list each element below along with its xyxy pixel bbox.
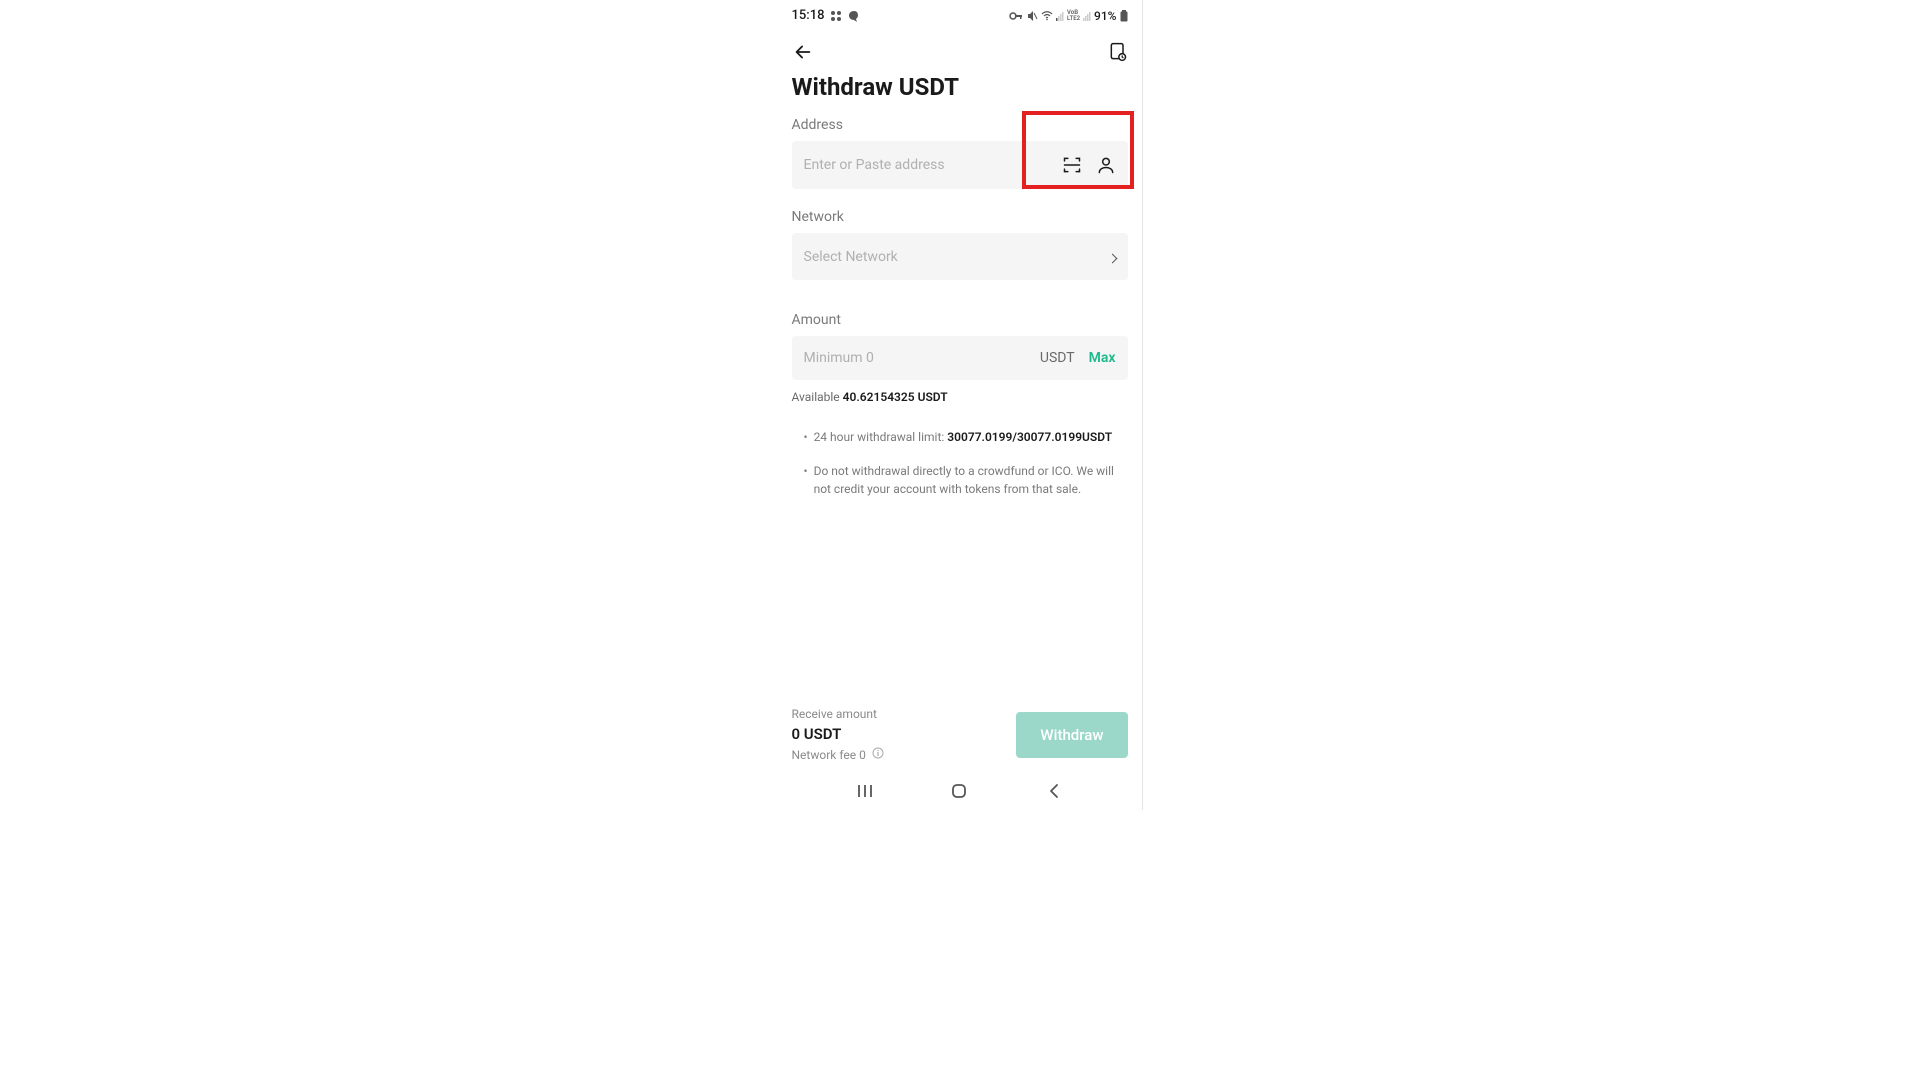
network-field-group: Network Select Network: [792, 209, 1128, 280]
limit-label: 24 hour withdrawal limit:: [814, 430, 948, 444]
bottom-panel: Receive amount 0 USDT Network fee 0 With…: [778, 693, 1142, 768]
network-placeholder: Select Network: [804, 249, 898, 265]
vpn-key-icon: [1009, 11, 1023, 21]
address-placeholder: Enter or Paste address: [804, 157, 945, 173]
address-actions: [1062, 155, 1116, 175]
amount-input[interactable]: Minimum 0 USDT Max: [792, 336, 1128, 380]
back-nav-button[interactable]: [1034, 782, 1074, 800]
available-label: Available: [792, 390, 840, 404]
page-title: Withdraw USDT: [792, 73, 1128, 101]
address-input[interactable]: Enter or Paste address: [792, 141, 1128, 189]
nav-bar: [778, 27, 1142, 73]
status-left: 15:18: [792, 8, 861, 23]
address-label: Address: [792, 117, 1128, 133]
amount-placeholder: Minimum 0: [804, 350, 1040, 366]
receive-info: Receive amount 0 USDT Network fee 0: [792, 707, 884, 762]
address-field-group: Address Enter or Paste address: [792, 117, 1128, 189]
fee-row: Network fee 0: [792, 747, 884, 762]
status-right: VoBLTE2 91%: [1009, 9, 1127, 23]
history-button[interactable]: [1108, 42, 1128, 62]
mute-icon: [1026, 10, 1038, 22]
receive-label: Receive amount: [792, 707, 884, 721]
available-row: Available 40.62154325 USDT: [792, 390, 1128, 404]
fee-label: Network fee 0: [792, 748, 866, 762]
back-button[interactable]: [792, 41, 814, 63]
scan-qr-button[interactable]: [1062, 155, 1082, 175]
status-time: 15:18: [792, 8, 825, 23]
withdraw-button[interactable]: Withdraw: [1016, 712, 1127, 758]
lte-icon: VoBLTE2: [1067, 10, 1080, 22]
status-bar: 15:18 VoBLTE2 91%: [778, 0, 1142, 27]
network-select[interactable]: Select Network: [792, 233, 1128, 280]
notes-section: • 24 hour withdrawal limit: 30077.0199/3…: [792, 428, 1128, 498]
available-value: 40.62154325 USDT: [843, 390, 948, 404]
home-button[interactable]: [939, 782, 979, 800]
signal-icon-1: [1056, 11, 1064, 21]
recents-button[interactable]: [845, 782, 885, 800]
amount-field-group: Amount Minimum 0 USDT Max Available 40.6…: [792, 312, 1128, 404]
receive-value: 0 USDT: [792, 725, 884, 743]
chevron-right-icon: [1109, 247, 1116, 266]
limit-value: 30077.0199/30077.0199USDT: [947, 430, 1112, 444]
phone-screen: 15:18 VoBLTE2 91%: [778, 0, 1143, 810]
battery-icon: [1120, 10, 1128, 22]
battery-percent: 91%: [1094, 9, 1116, 23]
signal-icon-2: [1083, 11, 1091, 21]
amount-label: Amount: [792, 312, 1128, 328]
warning-note: • Do not withdrawal directly to a crowdf…: [804, 462, 1116, 498]
network-label: Network: [792, 209, 1128, 225]
content-area: Withdraw USDT Address Enter or Paste add…: [778, 73, 1142, 693]
max-button[interactable]: Max: [1089, 350, 1116, 366]
warning-text: Do not withdrawal directly to a crowdfun…: [814, 462, 1116, 498]
amount-unit: USDT: [1040, 350, 1075, 366]
contacts-button[interactable]: [1096, 155, 1116, 175]
chat-icon: [848, 10, 860, 22]
wifi-icon: [1041, 11, 1053, 21]
android-navigation: [778, 768, 1142, 810]
clover-icon: [830, 10, 842, 22]
limit-note: • 24 hour withdrawal limit: 30077.0199/3…: [804, 428, 1116, 446]
info-icon[interactable]: [872, 747, 884, 762]
